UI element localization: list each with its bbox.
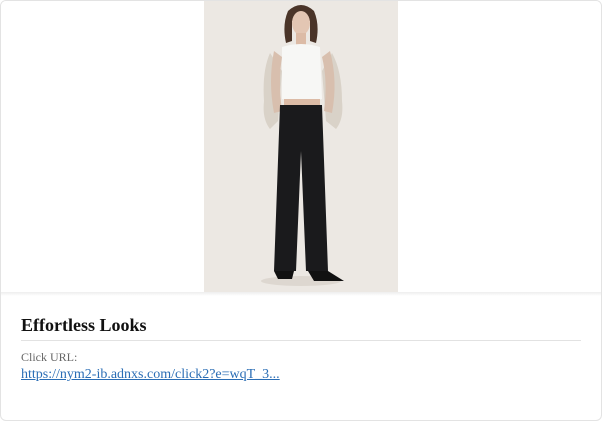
ad-preview-card: Effortless Looks Click URL: https://nym2… [0, 0, 602, 421]
click-url-label: Click URL: [21, 350, 78, 364]
ad-image-area [1, 1, 601, 296]
model-illustration [204, 1, 398, 292]
ad-title: Effortless Looks [21, 315, 147, 335]
ad-creative-image[interactable] [204, 1, 398, 292]
divider [21, 340, 581, 341]
click-url-link[interactable]: https://nym2-ib.adnxs.com/click2?e=wqT_3… [21, 367, 280, 383]
